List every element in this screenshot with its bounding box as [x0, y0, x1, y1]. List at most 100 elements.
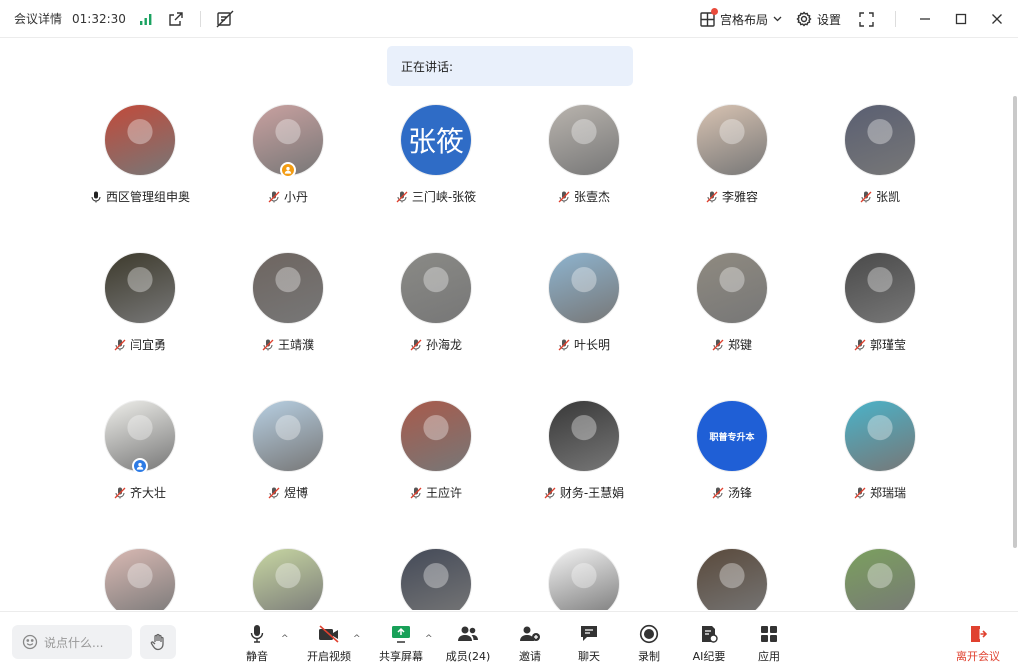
participant-tile[interactable]: 齐大壮: [66, 396, 214, 544]
chat-button[interactable]: 聊天: [561, 624, 617, 664]
mute-button[interactable]: 静音: [229, 624, 285, 664]
participant-name: 汤锋: [727, 486, 752, 500]
record-icon: [639, 624, 659, 644]
participant-tile[interactable]: [214, 544, 362, 610]
participant-tile[interactable]: 李雅容: [658, 100, 806, 248]
participant-tile[interactable]: 张筱三门峡-张筱: [362, 100, 510, 248]
participant-name: 煜博: [283, 486, 308, 500]
quick-chat-input[interactable]: 说点什么...: [12, 625, 132, 659]
record-button[interactable]: 录制: [621, 624, 677, 664]
maximize-icon[interactable]: [950, 8, 972, 30]
participant-name-row: 财务-王慧娟: [510, 484, 658, 501]
participant-name-row: 齐大壮: [66, 484, 214, 501]
mute-label: 静音: [246, 650, 268, 663]
participant-name-row: 王靖濮: [214, 336, 362, 353]
participant-name-row: 李雅容: [658, 188, 806, 205]
participant-name-row: 西区管理组申奥: [66, 188, 214, 205]
participant-name: 郑键: [727, 338, 752, 352]
participant-name: 张凯: [875, 190, 900, 204]
share-options-caret[interactable]: ^: [425, 634, 433, 644]
participant-tile[interactable]: 叶长明: [510, 248, 658, 396]
participant-name: 西区管理组申奥: [105, 190, 190, 204]
invite-button[interactable]: 邀请: [502, 624, 558, 664]
grid-layout-button[interactable]: 宫格布局: [700, 7, 782, 28]
settings-label: 设置: [816, 12, 841, 27]
participant-name-row: 三门峡-张筱: [362, 188, 510, 205]
participant-tile[interactable]: [806, 544, 954, 610]
ai-minutes-button[interactable]: AI纪要: [681, 624, 737, 664]
participant-tile[interactable]: [66, 544, 214, 610]
scrollbar[interactable]: [1013, 96, 1017, 548]
avatar: 张筱: [400, 104, 472, 176]
video-options-caret[interactable]: ^: [353, 634, 361, 644]
participant-tile[interactable]: 孙海龙: [362, 248, 510, 396]
participant-tile[interactable]: 郑瑞瑞: [806, 396, 954, 544]
members-button[interactable]: 成员(24): [440, 624, 496, 664]
speaking-indicator: 正在讲话:: [387, 46, 633, 86]
participant-tile[interactable]: [362, 544, 510, 610]
leave-meeting-button[interactable]: 离开会议: [950, 624, 1006, 664]
mute-options-caret[interactable]: ^: [281, 634, 289, 644]
avatar: [252, 400, 324, 472]
exit-icon: [971, 626, 988, 642]
participant-name-row: 王应许: [362, 484, 510, 501]
participant-tile[interactable]: 煜博: [214, 396, 362, 544]
close-icon[interactable]: [986, 8, 1008, 30]
mic-muted-icon: [860, 191, 872, 203]
meeting-duration: 01:32:30: [72, 11, 126, 26]
mic-muted-icon: [114, 487, 126, 499]
invite-label: 邀请: [519, 650, 541, 663]
participant-name: 小丹: [283, 190, 308, 204]
settings-button[interactable]: 设置: [796, 11, 841, 28]
share-screen-button[interactable]: 共享屏幕: [373, 624, 429, 664]
avatar: [104, 104, 176, 176]
participant-tile[interactable]: 张凯: [806, 100, 954, 248]
participant-tile[interactable]: [510, 544, 658, 610]
start-video-label: 开启视频: [307, 650, 351, 663]
participant-tile[interactable]: 郭瑾莹: [806, 248, 954, 396]
participant-tile[interactable]: [658, 544, 806, 610]
participant-name: 王应许: [425, 486, 462, 500]
participant-tile[interactable]: 王应许: [362, 396, 510, 544]
signal-strength-icon[interactable]: [136, 9, 156, 29]
participant-tile[interactable]: 王靖濮: [214, 248, 362, 396]
raise-hand-button[interactable]: [140, 625, 176, 659]
mic-muted-icon: [712, 339, 724, 351]
avatar-logo: 职普专升本: [697, 401, 767, 471]
start-video-button[interactable]: 开启视频: [301, 624, 357, 664]
mic-muted-icon: [544, 487, 556, 499]
chevron-down-icon: [773, 16, 782, 22]
fullscreen-icon[interactable]: [855, 8, 877, 30]
leave-meeting-label: 离开会议: [956, 650, 1000, 663]
participant-tile[interactable]: 闫宜勇: [66, 248, 214, 396]
emoji-icon[interactable]: [22, 634, 38, 650]
participant-name-row: 孙海龙: [362, 336, 510, 353]
no-video-icon[interactable]: [215, 9, 235, 29]
mic-muted-icon: [262, 339, 274, 351]
meeting-details-link[interactable]: 会议详情: [14, 10, 62, 27]
share-screen-label: 共享屏幕: [379, 650, 423, 663]
participant-tile[interactable]: 郑键: [658, 248, 806, 396]
participant-tile[interactable]: 张壹杰: [510, 100, 658, 248]
avatar: [548, 104, 620, 176]
pop-out-icon[interactable]: [166, 9, 186, 29]
avatar: [844, 104, 916, 176]
avatar: [104, 548, 176, 610]
top-bar: 会议详情 01:32:30 宫格布局 设置: [0, 0, 1018, 38]
participant-name: 孙海龙: [425, 338, 462, 352]
minimize-icon[interactable]: [914, 8, 936, 30]
mic-muted-icon: [114, 339, 126, 351]
avatar: [696, 104, 768, 176]
participant-tile[interactable]: 财务-王慧娟: [510, 396, 658, 544]
ai-minutes-icon: [702, 626, 718, 643]
mic-muted-icon: [268, 487, 280, 499]
mic-muted-icon: [854, 487, 866, 499]
participant-tile[interactable]: 西区管理组申奥: [66, 100, 214, 248]
participant-tile[interactable]: 小丹: [214, 100, 362, 248]
participant-tile[interactable]: 职普专升本汤锋: [658, 396, 806, 544]
chat-label: 聊天: [578, 650, 600, 663]
mic-muted-icon: [410, 487, 422, 499]
apps-button[interactable]: 应用: [741, 624, 797, 664]
avatar: [844, 400, 916, 472]
avatar: [252, 548, 324, 610]
